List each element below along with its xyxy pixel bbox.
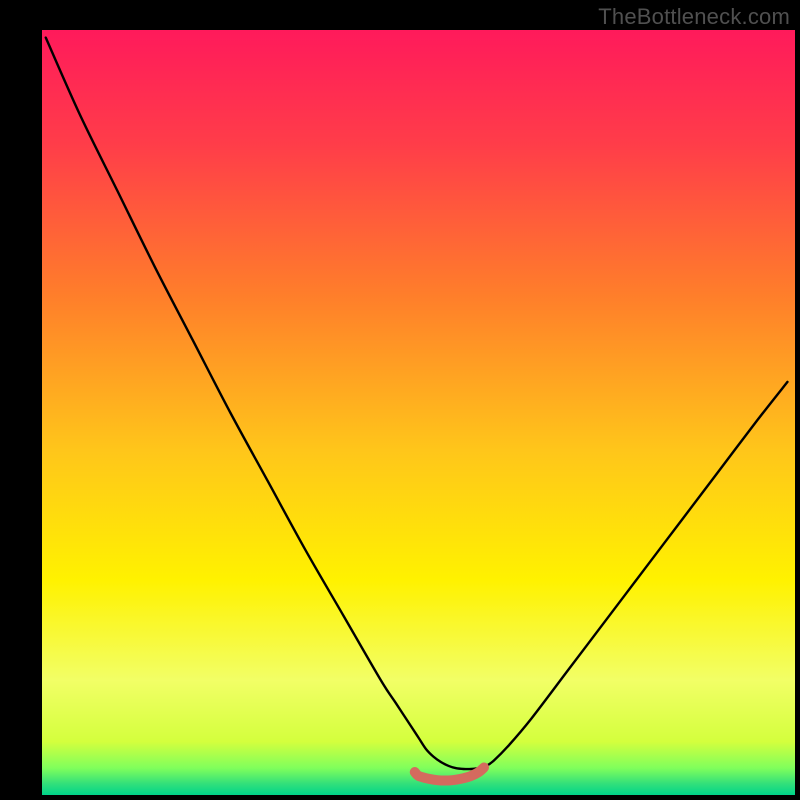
chart-plot-svg [0,0,800,800]
attribution-text: TheBottleneck.com [598,4,790,30]
plot-background [42,30,795,795]
